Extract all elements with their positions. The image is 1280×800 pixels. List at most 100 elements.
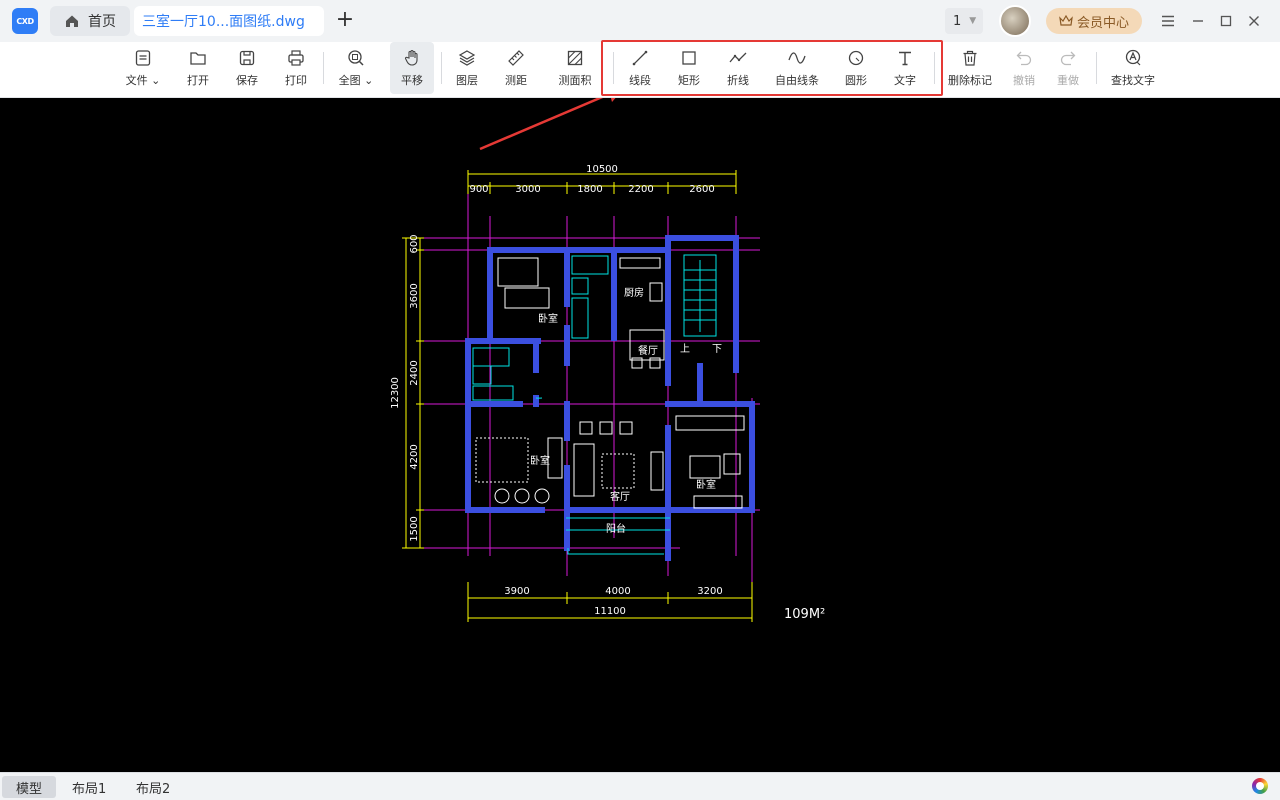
menu-icon[interactable] bbox=[1157, 10, 1179, 32]
area-icon bbox=[564, 47, 586, 69]
save-icon bbox=[236, 47, 258, 69]
print-button[interactable]: 打印 bbox=[278, 42, 314, 94]
status-bar: 模型 布局1 布局2 bbox=[0, 772, 1280, 800]
avatar[interactable] bbox=[999, 5, 1031, 37]
room-label-dining: 餐厅 bbox=[638, 344, 658, 357]
delete-marks-label: 删除标记 bbox=[948, 74, 992, 87]
add-tab-button[interactable]: + bbox=[334, 8, 356, 34]
toolbar-divider bbox=[441, 52, 442, 84]
open-label: 打开 bbox=[187, 74, 209, 87]
dim-top-5: 2600 bbox=[689, 184, 714, 195]
room-label-bedroom-left: 卧室 bbox=[530, 454, 550, 467]
toolbar-divider bbox=[323, 52, 324, 84]
title-bar: CXD 首页 三室一厅10...面图纸.dwg + 1 ▼ 会员中心 bbox=[0, 0, 1280, 42]
dim-bottom-3: 3200 bbox=[697, 586, 722, 597]
layout-tab-2[interactable]: 布局2 bbox=[122, 776, 184, 798]
dim-top-2: 3000 bbox=[515, 184, 540, 195]
tab-home-label: 首页 bbox=[88, 14, 116, 30]
tab-home[interactable]: 首页 bbox=[50, 6, 130, 36]
dim-left-1: 600 bbox=[409, 234, 420, 253]
maximize-icon[interactable] bbox=[1215, 10, 1237, 32]
app-logo-text: CXD bbox=[16, 16, 34, 26]
home-icon bbox=[66, 15, 78, 27]
file-icon bbox=[132, 47, 154, 69]
room-labels: 卧室 厨房 餐厅 上 下 卧室 客厅 卧室 阳台 bbox=[530, 286, 722, 535]
room-label-stairs-down: 下 bbox=[712, 344, 722, 355]
layout-tab-model[interactable]: 模型 bbox=[2, 776, 57, 798]
tab-file[interactable]: 三室一厅10...面图纸.dwg bbox=[134, 6, 324, 36]
open-button[interactable]: 打开 bbox=[180, 42, 216, 94]
chevron-down-icon: ▼ bbox=[969, 16, 977, 26]
undo-button[interactable]: 撤销 bbox=[1006, 42, 1042, 94]
room-label-stairs-up: 上 bbox=[680, 343, 690, 355]
layers-button[interactable]: 图层 bbox=[449, 42, 485, 94]
room-label-balcony: 阳台 bbox=[606, 522, 626, 535]
dim-top-1: 900 bbox=[469, 184, 488, 195]
furniture bbox=[475, 257, 745, 509]
page-select[interactable]: 1 ▼ bbox=[945, 8, 983, 34]
dim-left-2: 3600 bbox=[409, 283, 420, 308]
undo-icon bbox=[1013, 47, 1035, 69]
file-menu-label: 文件 bbox=[125, 74, 148, 87]
dim-left-5: 1500 bbox=[409, 516, 420, 541]
layers-icon bbox=[456, 47, 478, 69]
measure-area-button[interactable]: 测面积 bbox=[554, 42, 596, 94]
annotation-arrow bbox=[479, 98, 616, 151]
room-label-bedroom-top: 卧室 bbox=[538, 312, 558, 325]
ruler-icon bbox=[505, 47, 527, 69]
dim-top-3: 1800 bbox=[577, 184, 602, 195]
page-number: 1 bbox=[953, 13, 962, 29]
app-logo: CXD bbox=[12, 8, 38, 34]
measure-distance-label: 测距 bbox=[505, 74, 527, 87]
redo-icon bbox=[1057, 47, 1079, 69]
zoom-extents-icon bbox=[345, 47, 367, 69]
layout-tab-1[interactable]: 布局1 bbox=[58, 776, 120, 798]
folder-icon bbox=[187, 47, 209, 69]
hand-icon bbox=[401, 47, 423, 69]
annotation-tools-highlight bbox=[601, 40, 943, 96]
drawing-canvas[interactable]: 10500 900 3000 1800 2200 2600 600 3600 2… bbox=[0, 98, 1280, 772]
redo-label: 重做 bbox=[1057, 74, 1079, 87]
redo-button[interactable]: 重做 bbox=[1050, 42, 1086, 94]
save-label: 保存 bbox=[236, 74, 258, 87]
plus-icon: + bbox=[335, 7, 355, 32]
measure-distance-button[interactable]: 测距 bbox=[498, 42, 534, 94]
dim-total-bottom: 11100 bbox=[594, 606, 626, 617]
layers-label: 图层 bbox=[456, 74, 478, 87]
dim-left-4: 4200 bbox=[409, 444, 420, 469]
find-text-button[interactable]: 查找文字 bbox=[1107, 42, 1159, 94]
pan-button[interactable]: 平移 bbox=[390, 42, 434, 94]
dim-top-4: 2200 bbox=[628, 184, 653, 195]
room-label-kitchen: 厨房 bbox=[624, 286, 644, 299]
dim-bottom-1: 3900 bbox=[504, 586, 529, 597]
crown-icon bbox=[1059, 15, 1073, 26]
dim-total-left: 12300 bbox=[390, 377, 401, 409]
layout-tab-2-label: 布局2 bbox=[136, 781, 171, 797]
pan-label: 平移 bbox=[401, 74, 423, 87]
color-wheel-icon[interactable] bbox=[1252, 778, 1268, 794]
room-label-living: 客厅 bbox=[610, 490, 630, 503]
layout-tab-1-label: 布局1 bbox=[72, 781, 107, 797]
fullview-label: 全图 bbox=[338, 74, 361, 87]
save-button[interactable]: 保存 bbox=[229, 42, 265, 94]
close-icon[interactable] bbox=[1243, 10, 1265, 32]
layout-tab-model-label: 模型 bbox=[16, 781, 43, 797]
trash-icon bbox=[959, 47, 981, 69]
vip-center-button[interactable]: 会员中心 bbox=[1046, 8, 1142, 34]
dimension-labels: 10500 900 3000 1800 2200 2600 600 3600 2… bbox=[390, 164, 825, 622]
printer-icon bbox=[285, 47, 307, 69]
measure-area-label: 测面积 bbox=[558, 74, 592, 87]
area-label: 109M² bbox=[784, 607, 825, 622]
find-text-icon bbox=[1122, 47, 1144, 69]
tab-file-label: 三室一厅10...面图纸.dwg bbox=[142, 14, 305, 30]
dim-bottom-2: 4000 bbox=[605, 586, 630, 597]
undo-label: 撤销 bbox=[1013, 74, 1035, 87]
dim-left-3: 2400 bbox=[409, 360, 420, 385]
dim-total-top: 10500 bbox=[586, 164, 618, 175]
find-text-label: 查找文字 bbox=[1111, 74, 1155, 87]
toolbar-divider bbox=[1096, 52, 1097, 84]
minimize-icon[interactable] bbox=[1187, 10, 1209, 32]
fullview-button[interactable]: 全图 ⌄ bbox=[336, 42, 376, 94]
file-menu-button[interactable]: 文件 ⌄ bbox=[120, 42, 166, 94]
delete-marks-button[interactable]: 删除标记 bbox=[944, 42, 996, 94]
